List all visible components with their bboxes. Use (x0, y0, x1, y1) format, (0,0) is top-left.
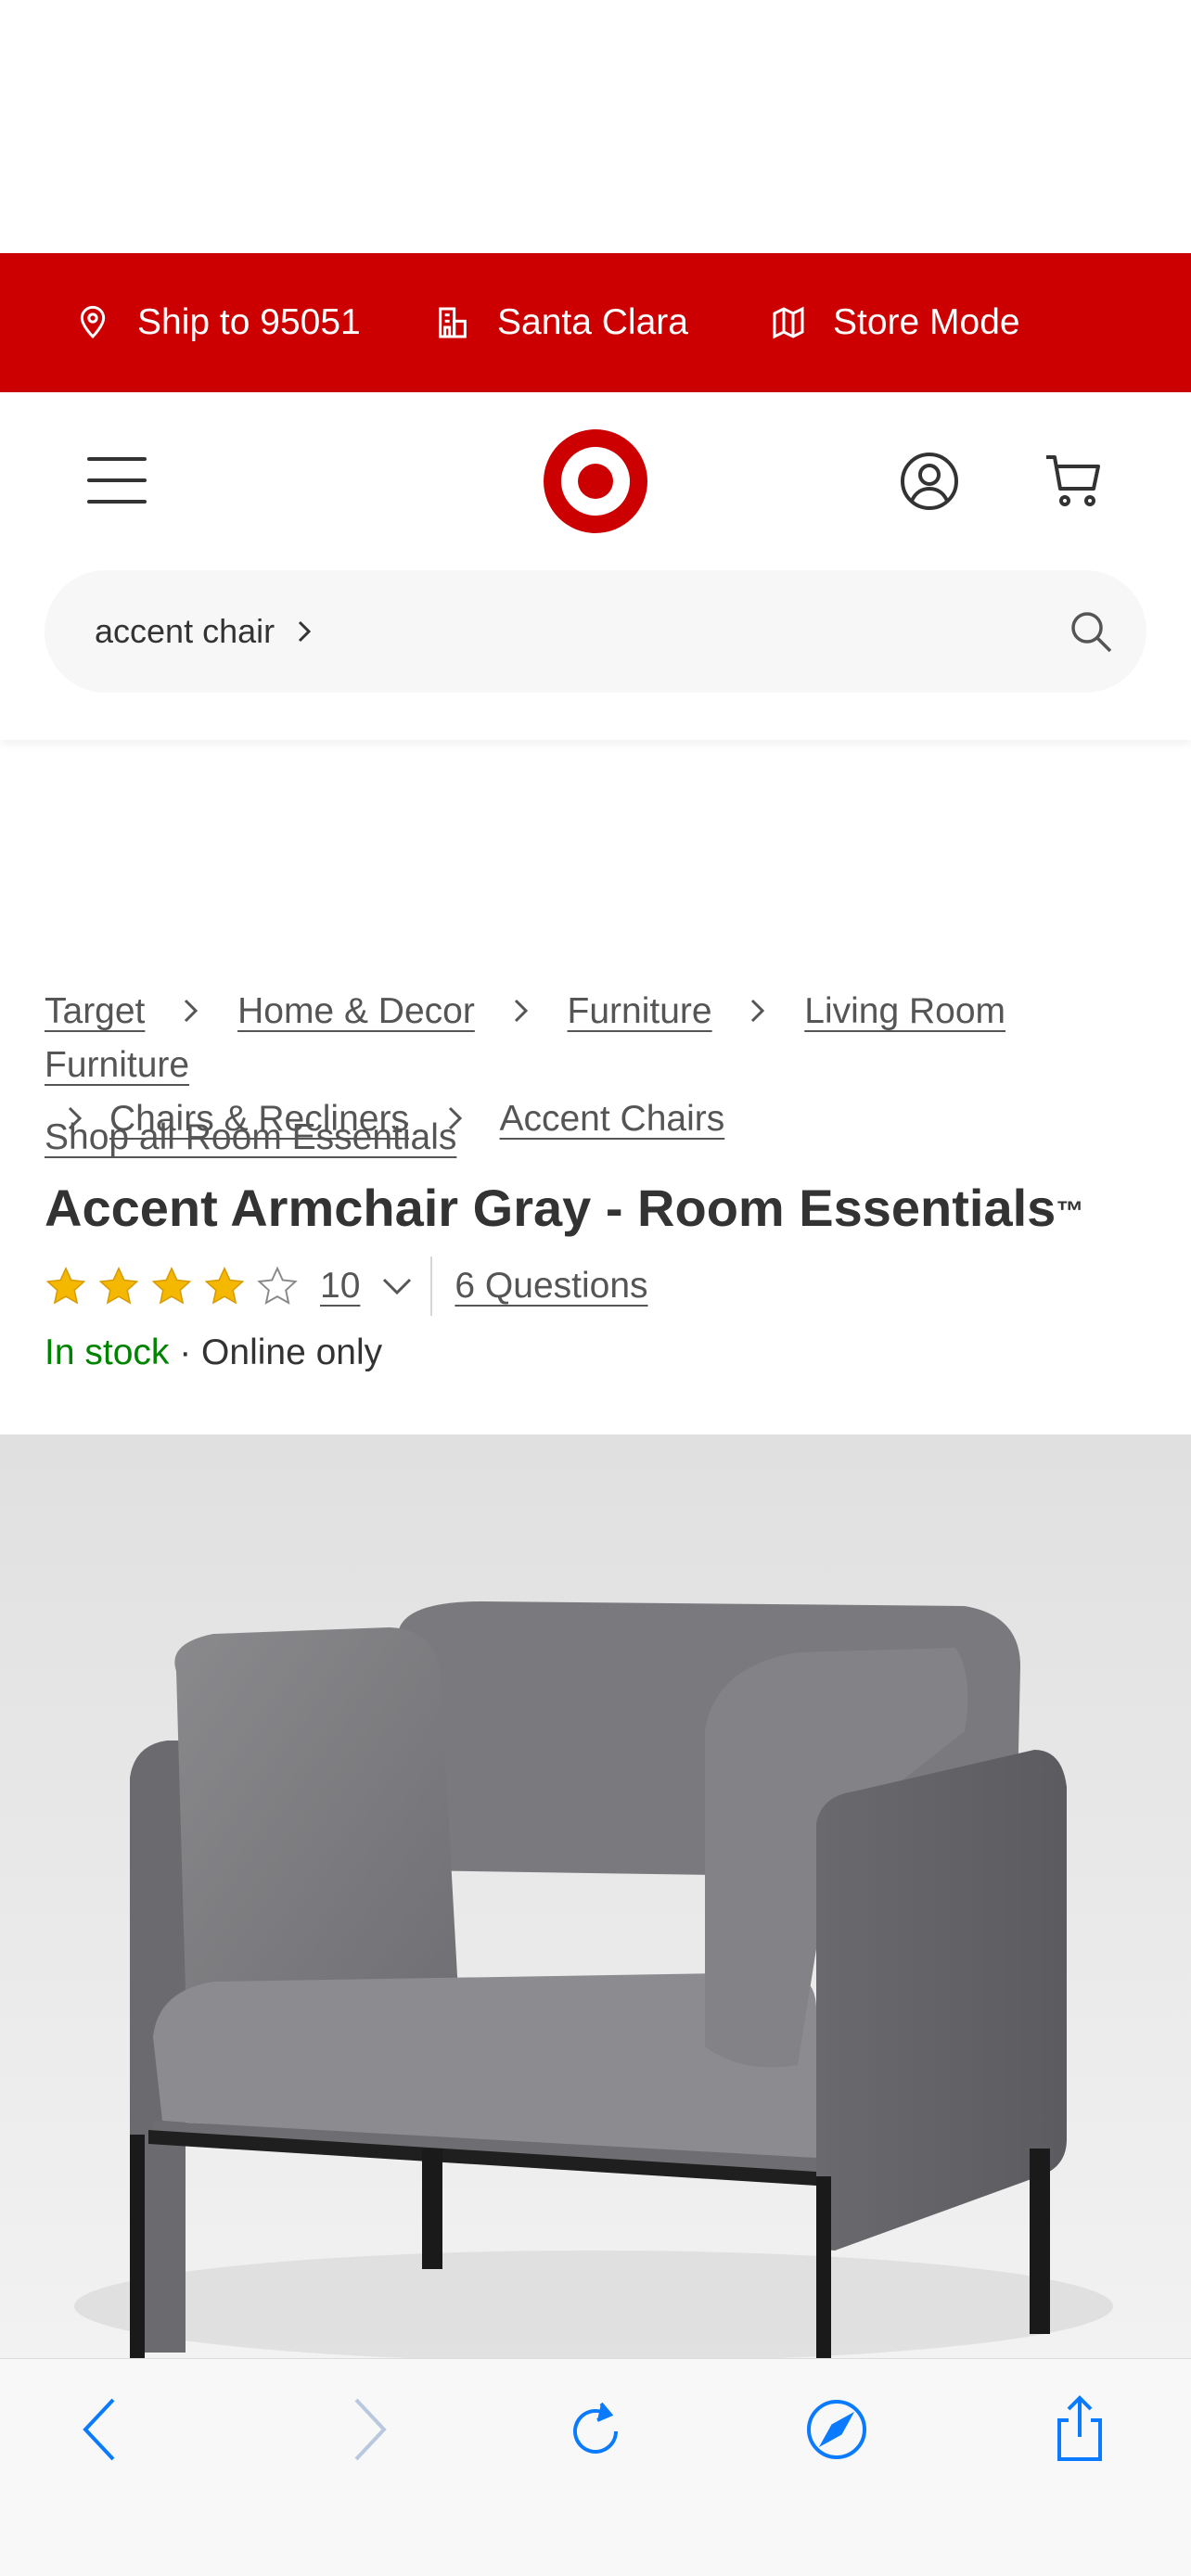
breadcrumb-accent-chairs[interactable]: Accent Chairs (499, 1099, 724, 1139)
product-image[interactable] (0, 1435, 1191, 2358)
chevron-right-icon (185, 999, 198, 1023)
stock-status: In stock · Online only (45, 1333, 382, 1373)
shop-all-brand-link[interactable]: Shop all Room Essentials (45, 1117, 456, 1158)
chevron-right-icon (299, 620, 312, 643)
account-icon[interactable] (900, 452, 959, 511)
target-logo[interactable] (544, 429, 647, 533)
status-area (0, 0, 1191, 253)
chevron-down-icon[interactable] (380, 1275, 414, 1297)
search-bar[interactable]: accent chair (45, 570, 1146, 693)
rating-stars[interactable] (45, 1265, 309, 1307)
store-icon (439, 307, 467, 338)
search-icon[interactable] (1069, 609, 1113, 654)
star-filled-icon (151, 1266, 192, 1305)
star-filled-icon (98, 1266, 139, 1305)
chevron-right-icon (514, 999, 528, 1023)
search-input[interactable]: accent chair (95, 612, 314, 651)
rating-divider (430, 1256, 433, 1316)
map-icon (773, 306, 804, 339)
browser-toolbar (0, 2358, 1191, 2576)
reload-icon[interactable] (558, 2392, 633, 2467)
store-mode-label: Store Mode (833, 302, 1020, 342)
store-button[interactable]: Santa Clara (434, 253, 688, 392)
in-stock-label: In stock (45, 1333, 170, 1372)
ship-to-label: Ship to 95051 (137, 302, 361, 342)
hamburger-menu-icon[interactable] (87, 457, 147, 504)
location-pin-icon (80, 305, 106, 339)
rating-row: 10 6 Questions (45, 1256, 648, 1316)
trademark-symbol: ™ (1056, 1196, 1084, 1227)
share-icon[interactable] (1043, 2392, 1117, 2467)
breadcrumb-target[interactable]: Target (45, 991, 145, 1031)
location-bar: Ship to 95051 Santa Clara Store Mode (0, 253, 1191, 392)
site-header: accent chair (0, 392, 1191, 740)
chevron-right-icon (751, 999, 765, 1023)
rating-count-link[interactable]: 10 (320, 1266, 360, 1307)
cart-icon[interactable] (1044, 452, 1102, 509)
product-photo-armchair (0, 1435, 1191, 2358)
store-label: Santa Clara (497, 302, 688, 342)
availability-label: · Online only (169, 1333, 383, 1372)
product-title: Accent Armchair Gray - Room Essentials™ (45, 1178, 1083, 1238)
questions-link[interactable]: 6 Questions (455, 1266, 647, 1307)
search-value: accent chair (95, 612, 275, 650)
store-mode-button[interactable]: Store Mode (770, 253, 1020, 392)
star-filled-icon (45, 1266, 86, 1305)
compass-icon[interactable] (800, 2392, 874, 2467)
breadcrumb-home-decor[interactable]: Home & Decor (237, 991, 475, 1031)
star-empty-icon (257, 1266, 298, 1305)
back-icon[interactable] (65, 2392, 139, 2467)
star-filled-icon (204, 1266, 245, 1305)
product-title-text: Accent Armchair Gray - Room Essentials (45, 1179, 1057, 1237)
forward-icon[interactable] (330, 2392, 404, 2467)
breadcrumb-furniture[interactable]: Furniture (568, 991, 712, 1031)
ship-to-button[interactable]: Ship to 95051 (74, 253, 361, 392)
